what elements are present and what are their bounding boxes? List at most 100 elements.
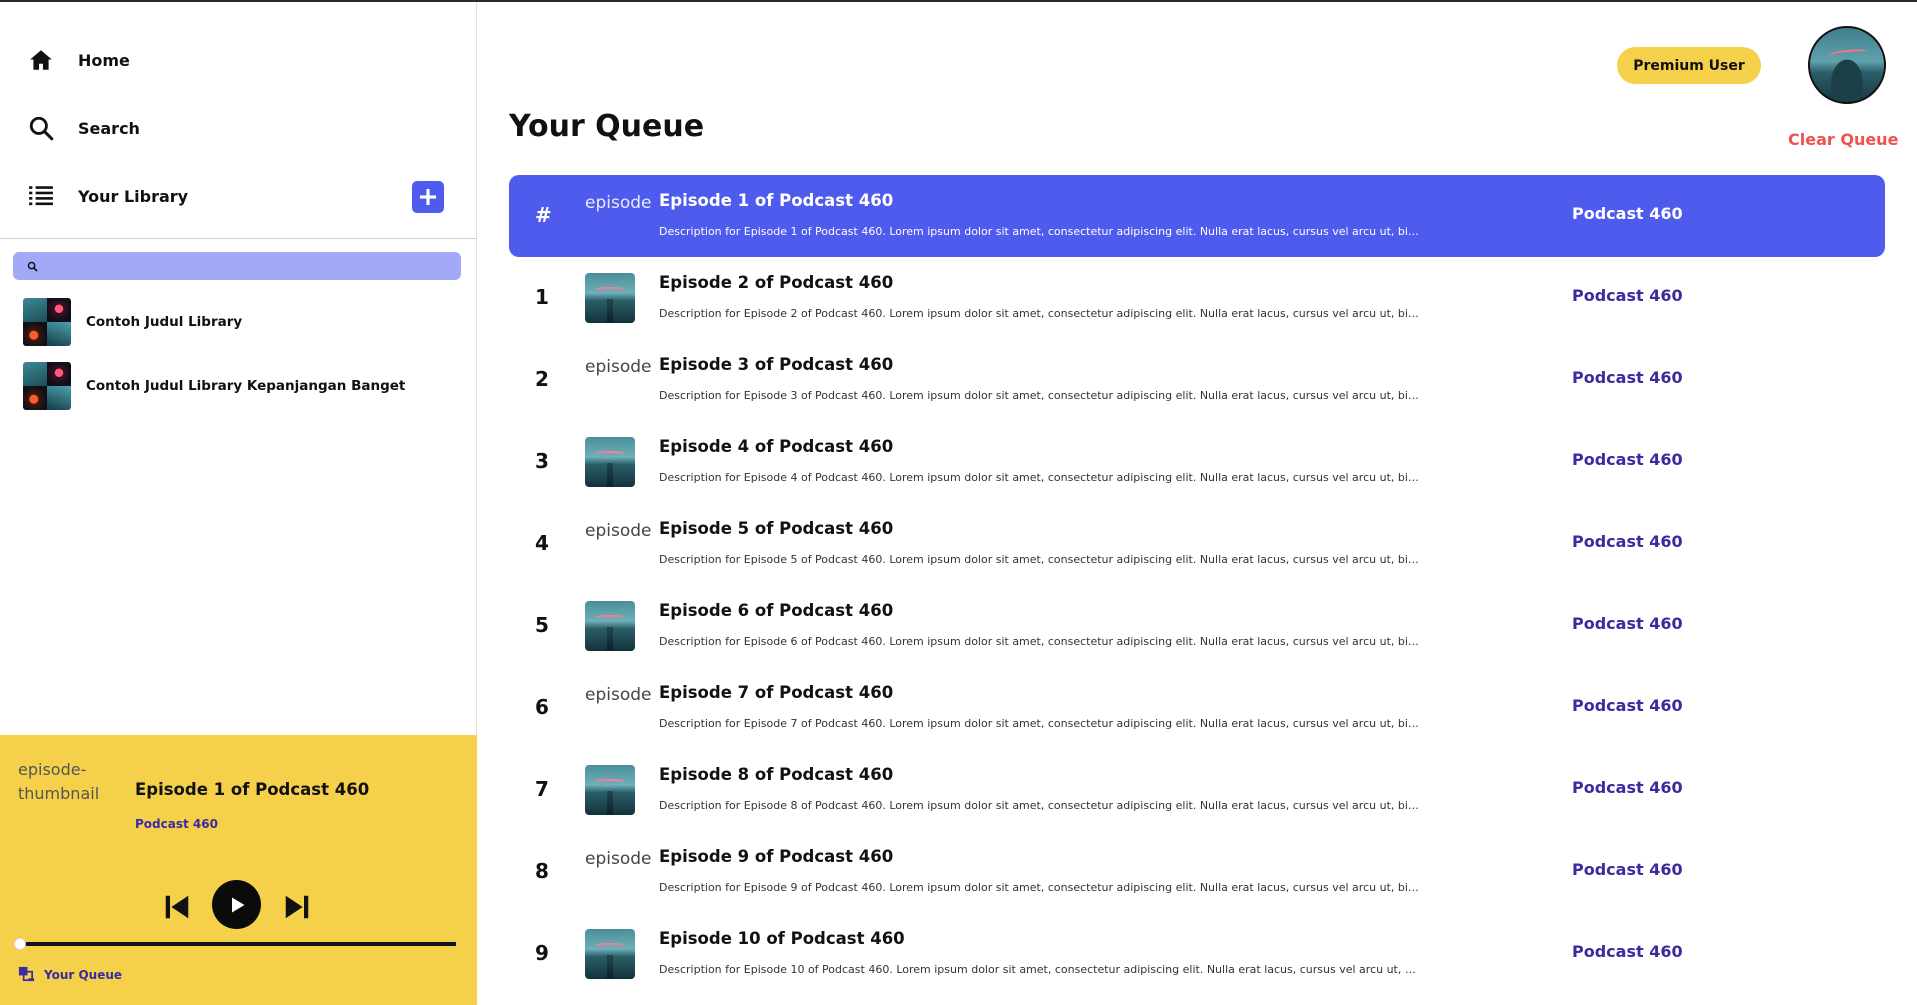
- episode-description: Description for Episode 4 of Podcast 460…: [659, 471, 1421, 484]
- progress-bar[interactable]: [14, 938, 456, 950]
- nav-search[interactable]: Search: [28, 110, 140, 146]
- episode-title[interactable]: Episode 3 of Podcast 460: [659, 355, 893, 374]
- episode-thumbnail: [585, 273, 635, 323]
- episode-podcast-link[interactable]: Podcast 460: [1572, 450, 1683, 469]
- episode-thumbnail: [585, 765, 635, 815]
- episode-thumbnail-broken: episode: [585, 193, 652, 213]
- sidebar-divider: [0, 238, 477, 239]
- your-queue-link[interactable]: Your Queue: [18, 966, 122, 983]
- player-podcast-link[interactable]: Podcast 460: [135, 817, 218, 831]
- episode-podcast-link[interactable]: Podcast 460: [1572, 860, 1683, 879]
- episode-title[interactable]: Episode 5 of Podcast 460: [659, 519, 893, 538]
- episode-title[interactable]: Episode 2 of Podcast 460: [659, 273, 893, 292]
- avatar[interactable]: [1808, 26, 1886, 104]
- episode-title[interactable]: Episode 1 of Podcast 460: [659, 191, 893, 210]
- player-episode-title: Episode 1 of Podcast 460: [135, 780, 370, 799]
- queue-row[interactable]: 4 episode Episode 5 of Podcast 460 Descript…: [509, 503, 1885, 585]
- episode-podcast-link[interactable]: Podcast 460: [1572, 368, 1683, 387]
- queue-row-number: 7: [535, 777, 549, 801]
- queue-row[interactable]: 7 Episode 8 of Podcast 460 Description for…: [509, 749, 1885, 831]
- clear-queue-button[interactable]: Clear Queue: [1788, 130, 1898, 149]
- episode-podcast-link[interactable]: Podcast 460: [1572, 778, 1683, 797]
- episode-title[interactable]: Episode 7 of Podcast 460: [659, 683, 893, 702]
- episode-podcast-link[interactable]: Podcast 460: [1572, 286, 1683, 305]
- next-icon[interactable]: [282, 892, 312, 922]
- library-item[interactable]: Contoh Judul Library: [23, 298, 242, 346]
- episode-thumbnail-broken: episode: [585, 357, 652, 377]
- episode-description: Description for Episode 2 of Podcast 460…: [659, 307, 1421, 320]
- home-icon: [30, 50, 52, 70]
- nav-library[interactable]: Your Library: [28, 178, 188, 214]
- queue-row[interactable]: 9 Episode 10 of Podcast 460 Description fo…: [509, 913, 1885, 995]
- episode-podcast-link[interactable]: Podcast 460: [1572, 532, 1683, 551]
- search-icon: [27, 261, 38, 272]
- library-item-title: Contoh Judul Library: [86, 314, 243, 330]
- episode-description: Description for Episode 7 of Podcast 460…: [659, 717, 1421, 730]
- list-icon: [29, 186, 53, 206]
- nav-home-label: Home: [78, 50, 130, 70]
- episode-title[interactable]: Episode 4 of Podcast 460: [659, 437, 893, 456]
- play-icon: [231, 897, 244, 912]
- queue-row-number: 2: [535, 367, 549, 391]
- queue-row[interactable]: 5 Episode 6 of Podcast 460 Description for…: [509, 585, 1885, 667]
- queue-row[interactable]: 1 Episode 2 of Podcast 460 Description for…: [509, 257, 1885, 339]
- episode-thumbnail: [585, 929, 635, 979]
- progress-knob[interactable]: [14, 938, 26, 950]
- now-playing-bar: episode-thumbnail Episode 1 of Podcast 4…: [0, 735, 477, 1005]
- nav-search-label: Search: [78, 118, 140, 138]
- episode-thumbnail: [585, 601, 635, 651]
- queue-row-number: 6: [535, 695, 549, 719]
- queue-icon: [18, 966, 35, 982]
- nav-home[interactable]: Home: [28, 42, 130, 78]
- queue-list: # episode Episode 1 of Podcast 460 Descript…: [509, 175, 1885, 995]
- library-item-thumbnail: [23, 298, 71, 346]
- episode-thumbnail: [585, 437, 635, 487]
- plus-icon: [420, 189, 436, 205]
- sidebar: Home Search Your Library Contoh Judul Li…: [0, 2, 477, 1005]
- queue-row-number: #: [535, 203, 552, 227]
- page-title: Your Queue: [509, 109, 705, 144]
- episode-thumbnail-broken: episode: [585, 685, 652, 705]
- nav-library-label: Your Library: [78, 186, 189, 206]
- queue-row[interactable]: 2 episode Episode 3 of Podcast 460 Descript…: [509, 339, 1885, 421]
- library-search[interactable]: [13, 252, 461, 280]
- premium-user-badge[interactable]: Premium User: [1617, 47, 1761, 84]
- play-button[interactable]: [212, 880, 261, 929]
- queue-row-number: 8: [535, 859, 549, 883]
- episode-description: Description for Episode 5 of Podcast 460…: [659, 553, 1421, 566]
- episode-title[interactable]: Episode 10 of Podcast 460: [659, 929, 905, 948]
- episode-podcast-link[interactable]: Podcast 460: [1572, 942, 1683, 961]
- your-queue-label: Your Queue: [44, 967, 123, 982]
- previous-icon[interactable]: [162, 892, 192, 922]
- episode-podcast-link[interactable]: Podcast 460: [1572, 204, 1683, 223]
- episode-title[interactable]: Episode 6 of Podcast 460: [659, 601, 893, 620]
- library-search-input[interactable]: [46, 254, 461, 278]
- episode-podcast-link[interactable]: Podcast 460: [1572, 614, 1683, 633]
- queue-row-number: 5: [535, 613, 549, 637]
- episode-description: Description for Episode 3 of Podcast 460…: [659, 389, 1421, 402]
- library-item[interactable]: Contoh Judul Library Kepanjangan Banget: [23, 362, 405, 410]
- episode-description: Description for Episode 6 of Podcast 460…: [659, 635, 1421, 648]
- episode-description: Description for Episode 8 of Podcast 460…: [659, 799, 1421, 812]
- add-library-button[interactable]: [412, 181, 444, 213]
- queue-row-current[interactable]: # episode Episode 1 of Podcast 460 Descript…: [509, 175, 1885, 257]
- episode-title[interactable]: Episode 8 of Podcast 460: [659, 765, 893, 784]
- queue-row-number: 9: [535, 941, 549, 965]
- queue-row[interactable]: 6 episode Episode 7 of Podcast 460 Descript…: [509, 667, 1885, 749]
- queue-row-number: 3: [535, 449, 549, 473]
- queue-row[interactable]: 3 Episode 4 of Podcast 460 Description for…: [509, 421, 1885, 503]
- library-item-thumbnail: [23, 362, 71, 410]
- player-thumbnail: episode-thumbnail: [18, 760, 100, 803]
- episode-title[interactable]: Episode 9 of Podcast 460: [659, 847, 893, 866]
- episode-thumbnail-broken: episode: [585, 849, 652, 869]
- episode-description: Description for Episode 9 of Podcast 460…: [659, 881, 1421, 894]
- episode-description: Description for Episode 1 of Podcast 460…: [659, 225, 1421, 238]
- search-icon: [29, 116, 54, 141]
- queue-row-number: 1: [535, 285, 549, 309]
- episode-thumbnail-broken: episode: [585, 521, 652, 541]
- episode-podcast-link[interactable]: Podcast 460: [1572, 696, 1683, 715]
- library-item-title: Contoh Judul Library Kepanjangan Banget: [86, 378, 406, 394]
- queue-row-number: 4: [535, 531, 549, 555]
- episode-description: Description for Episode 10 of Podcast 46…: [659, 963, 1421, 976]
- queue-row[interactable]: 8 episode Episode 9 of Podcast 460 Descript…: [509, 831, 1885, 913]
